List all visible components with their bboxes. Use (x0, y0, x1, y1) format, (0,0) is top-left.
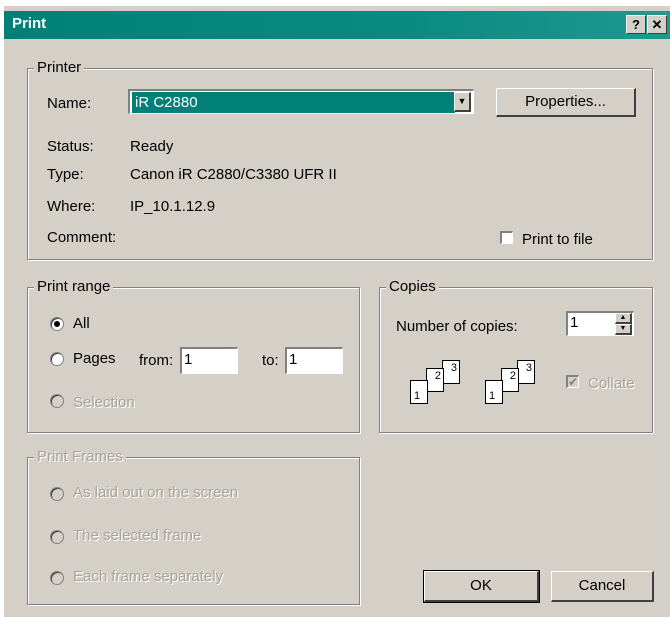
status-value: Ready (130, 138, 174, 155)
print-to-file-label: Print to file (522, 231, 593, 248)
copies-input[interactable]: 1 ▲ ▼ (566, 311, 634, 336)
pages-radio[interactable] (50, 352, 64, 366)
selection-radio[interactable] (50, 394, 64, 408)
collate-label: Collate (588, 375, 635, 392)
spin-down-icon[interactable]: ▼ (615, 324, 632, 335)
number-of-copies-label: Number of copies: (396, 318, 518, 335)
copies-value: 1 (570, 314, 579, 331)
selection-label: Selection (73, 394, 135, 411)
status-label: Status: (47, 138, 94, 155)
all-label: All (73, 315, 90, 332)
copies-legend: Copies (386, 278, 439, 295)
ok-button[interactable]: OK (423, 570, 540, 603)
spin-up-icon[interactable]: ▲ (615, 313, 632, 324)
to-input[interactable]: 1 (285, 347, 343, 374)
print-range-legend: Print range (34, 278, 114, 295)
from-value: 1 (184, 351, 193, 368)
close-icon[interactable]: ✕ (647, 15, 667, 34)
frames-option-radio[interactable] (50, 530, 64, 544)
window-title: Print (12, 15, 47, 32)
chevron-down-icon[interactable]: ▼ (454, 92, 471, 112)
help-icon[interactable]: ? (626, 15, 646, 34)
where-value: IP_10.1.12.9 (130, 198, 216, 215)
page-icon: 3 (442, 360, 460, 384)
frames-option-label: As laid out on the screen (73, 484, 239, 501)
print-frames-legend: Print Frames (34, 448, 126, 465)
type-label: Type: (47, 166, 84, 183)
where-label: Where: (47, 198, 96, 215)
properties-button[interactable]: Properties... (496, 88, 636, 117)
print-to-file-checkbox[interactable] (500, 231, 513, 244)
page-icon: 1 (485, 380, 503, 404)
page-icon: 2 (426, 368, 444, 392)
pages-label: Pages (73, 350, 116, 367)
page-icon: 2 (501, 368, 519, 392)
page-icon: 1 (410, 380, 428, 404)
frames-option-label: The selected frame (73, 527, 202, 544)
to-label: to: (262, 352, 279, 369)
name-label: Name: (47, 95, 92, 112)
printer-name-value: iR C2880 (132, 92, 455, 113)
cancel-button[interactable]: Cancel (551, 571, 654, 602)
page-icon: 3 (517, 360, 535, 384)
printer-legend: Printer (34, 59, 85, 76)
collate-checkbox[interactable]: ✔ (566, 375, 579, 388)
all-radio[interactable] (50, 317, 64, 331)
printer-name-select[interactable]: iR C2880 ▼ (128, 89, 474, 114)
from-input[interactable]: 1 (180, 347, 238, 374)
frames-option-radio[interactable] (50, 487, 64, 501)
from-label: from: (139, 352, 174, 369)
frames-option-radio[interactable] (50, 571, 64, 585)
to-value: 1 (289, 351, 298, 368)
type-value: Canon iR C2880/C3380 UFR II (130, 166, 337, 183)
copies-group: Copies (379, 278, 653, 433)
title-bar: Print ? ✕ (4, 11, 670, 39)
frames-option-label: Each frame separately (73, 568, 224, 585)
comment-label: Comment: (47, 229, 117, 246)
